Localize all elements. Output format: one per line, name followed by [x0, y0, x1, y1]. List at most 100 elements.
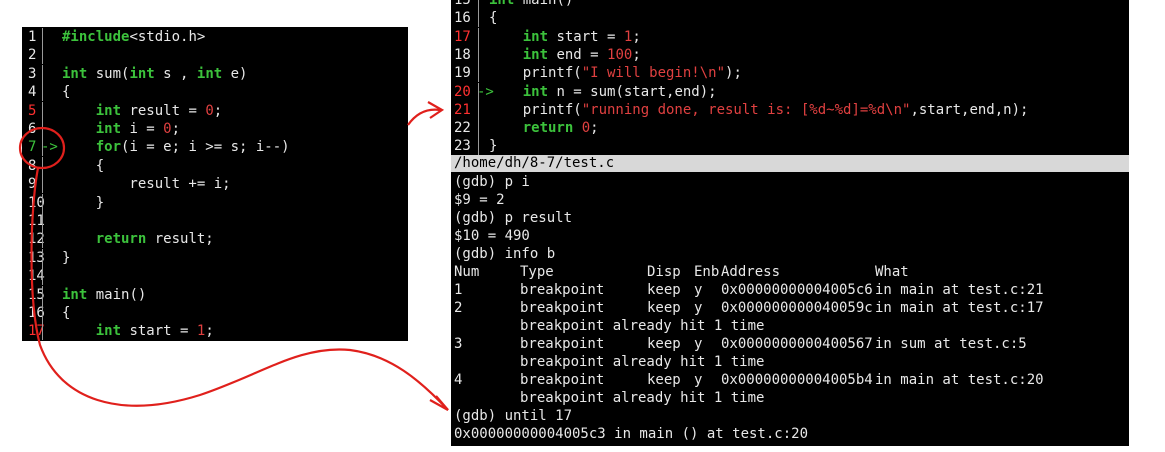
code-token: return	[95, 231, 147, 248]
line-number[interactable]: 2	[22, 46, 50, 64]
table-cell: Type	[520, 264, 554, 280]
line-number[interactable]: 8	[22, 157, 50, 175]
line-number[interactable]: 10	[22, 194, 50, 212]
table-cell: y	[694, 336, 703, 352]
line-number[interactable]: 17	[454, 28, 471, 46]
line-number[interactable]: 15	[22, 286, 50, 304]
code-token: main()	[87, 286, 147, 303]
code-line: 20 -> int n = sum(start,end);	[451, 82, 1129, 101]
code-token: 0	[205, 102, 214, 119]
code-text: printf("I will begin!\n");	[489, 64, 742, 82]
left-source-panel: 1 #include<stdio.h> 2 3 int sum(int s , int …	[22, 27, 408, 341]
table-cell: y	[694, 372, 703, 388]
code-line: 11	[22, 212, 408, 230]
table-cell: keep	[647, 300, 681, 316]
code-token: 100	[607, 46, 633, 63]
code-text: }	[489, 137, 497, 155]
line-number[interactable]: 6	[22, 120, 50, 138]
code-token: sum(	[87, 65, 130, 82]
line-number[interactable]: 18	[454, 46, 471, 64]
gutter-divider	[42, 285, 43, 304]
table-cell: keep	[647, 372, 681, 388]
table-cell: breakpoint	[520, 282, 605, 298]
line-number[interactable]: 13	[22, 249, 50, 267]
source-file-path: /home/dh/8-7/test.c	[451, 155, 1129, 172]
code-text: }	[62, 249, 70, 267]
table-cell: y	[694, 300, 703, 316]
line-number[interactable]: 19	[454, 64, 471, 82]
code-text: int sum(int s , int e)	[62, 65, 248, 83]
line-number[interactable]: 16	[454, 9, 471, 27]
gutter-divider	[42, 322, 43, 341]
gutter-divider	[478, 100, 479, 119]
table-cell: breakpoint	[520, 300, 605, 316]
breakpoint-table-header: Num Type Disp Enb Address What	[454, 263, 1124, 281]
code-line: 8 {	[22, 156, 408, 175]
gutter-divider	[42, 101, 43, 120]
gutter-divider	[478, 45, 479, 64]
gutter-divider	[42, 193, 43, 212]
code-text: int n = sum(start,end);	[489, 83, 717, 101]
code-text: int start = 1;	[489, 28, 641, 46]
code-token: int	[62, 65, 88, 82]
code-token: ,start,end,n);	[910, 101, 1029, 118]
line-number[interactable]: 11	[22, 212, 50, 230]
code-token: int	[522, 46, 549, 63]
red-arrow-top-head	[427, 101, 445, 119]
code-token: end =	[548, 46, 608, 63]
line-number[interactable]: 12	[22, 230, 50, 248]
table-cell: in main at test.c:20	[875, 372, 1044, 388]
line-number[interactable]: 21	[454, 101, 471, 119]
gutter-divider	[478, 9, 479, 28]
code-text: int main()	[489, 0, 573, 9]
table-cell: Enb	[694, 264, 720, 280]
code-text: result += i;	[62, 175, 231, 193]
code-line: 16 {	[22, 304, 408, 322]
code-token: 0	[163, 121, 172, 137]
code-token: {	[62, 157, 105, 174]
code-token: ;	[205, 323, 214, 340]
table-cell: keep	[647, 282, 681, 298]
table-cell: 2	[454, 300, 463, 316]
code-text: int i = 0;	[62, 120, 180, 138]
code-token: int	[95, 102, 122, 119]
line-number[interactable]: 5	[22, 102, 50, 120]
code-text: return 0;	[489, 119, 599, 137]
gutter-divider	[42, 248, 43, 267]
code-text: {	[62, 83, 70, 101]
code-line: 4{	[22, 83, 408, 102]
code-line: 21 printf("running done, result is: [%d~…	[451, 100, 1129, 119]
line-number[interactable]: 9	[22, 175, 50, 193]
breakpoint-row: 3 breakpoint keep y 0x0000000000400567 in sum…	[454, 335, 1124, 353]
code-token: e)	[222, 65, 248, 82]
line-number[interactable]: 14	[22, 267, 50, 285]
line-number[interactable]: 3	[22, 65, 50, 83]
code-token: result += i;	[62, 176, 231, 193]
table-cell: 3	[454, 336, 463, 352]
code-token: }	[62, 249, 71, 266]
line-number[interactable]: 1	[22, 28, 50, 46]
gutter-divider	[42, 230, 43, 249]
line-number[interactable]: 22	[454, 119, 471, 137]
line-number[interactable]: 15	[454, 0, 471, 9]
current-line-arrow: ->	[41, 139, 58, 156]
line-number[interactable]: 4	[22, 83, 50, 101]
gutter-divider	[478, 137, 479, 156]
code-token: printf(	[489, 101, 582, 118]
gutter-divider	[42, 212, 43, 230]
code-text: {	[489, 9, 497, 27]
code-token: int	[522, 28, 549, 45]
line-number[interactable]: 17	[22, 322, 50, 340]
code-line: 16 {	[451, 9, 1129, 28]
code-line: 12 return result;	[22, 230, 408, 249]
table-cell: What	[875, 264, 909, 280]
code-token: int	[196, 65, 223, 82]
table-cell: 0x00000000004005c6	[721, 282, 873, 298]
line-number[interactable]: 16	[22, 304, 50, 322]
line-number[interactable]: 20	[454, 83, 471, 101]
line-number[interactable]: 23	[454, 137, 471, 155]
